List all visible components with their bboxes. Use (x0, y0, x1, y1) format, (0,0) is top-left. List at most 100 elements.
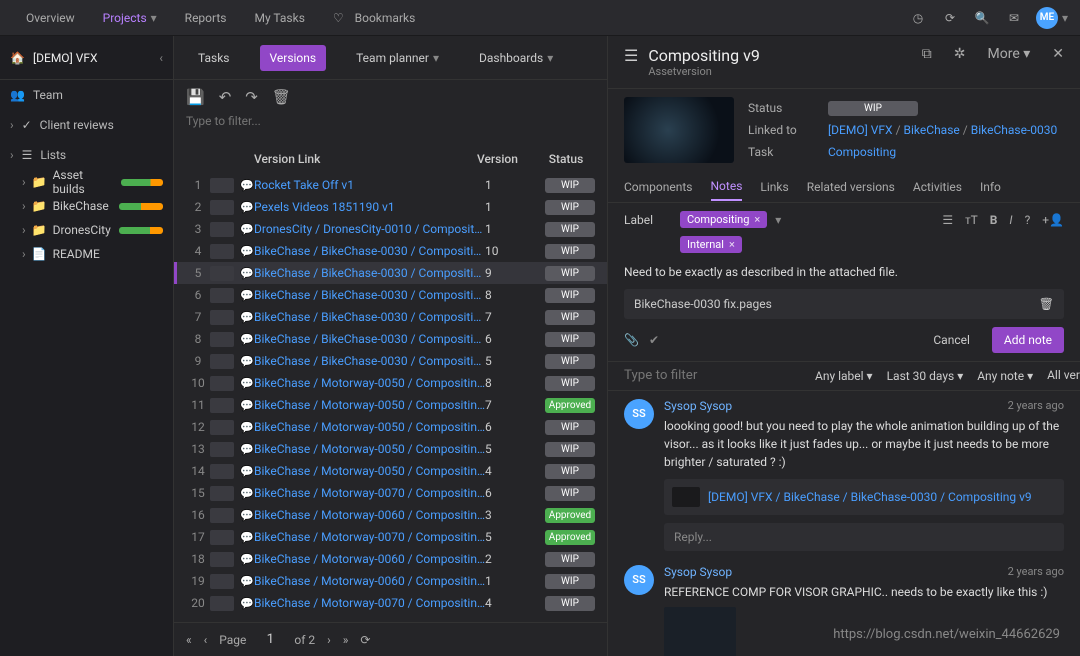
table-row[interactable]: 16💬BikeChase / Motorway-0060 / Compositi… (174, 504, 607, 526)
version-link[interactable]: BikeChase / BikeChase-0030 / Compositing… (254, 244, 485, 258)
history-icon[interactable]: ◷ (902, 0, 934, 36)
table-row[interactable]: 7💬BikeChase / BikeChase-0030 / Compositi… (174, 306, 607, 328)
page-prev-icon[interactable]: ‹ (204, 633, 208, 647)
undo-icon[interactable]: ↶ (219, 88, 232, 106)
sb-readme[interactable]: ›📄README (0, 242, 173, 266)
remove-label-icon[interactable]: × (729, 238, 735, 251)
nav-bookmarks[interactable]: ♡ Bookmarks (319, 0, 429, 36)
table-row[interactable]: 20💬BikeChase / Motorway-0070 / Compositi… (174, 592, 607, 614)
attach-icon[interactable]: 📎 (624, 333, 639, 347)
version-link[interactable]: Pexels Videos 1851190 v1 (254, 200, 485, 214)
filter-input[interactable] (186, 114, 595, 128)
reply-input[interactable]: Reply... (664, 523, 1064, 551)
version-link[interactable]: DronesCity / DronesCity-0010 / Compositi… (254, 222, 485, 236)
nav-reports[interactable]: Reports (171, 0, 241, 36)
italic-icon[interactable]: I (1009, 213, 1012, 227)
table-row[interactable]: 5💬BikeChase / BikeChase-0030 / Compositi… (174, 262, 607, 284)
tab-dashboards[interactable]: Dashboards▾ (469, 45, 563, 71)
user-avatar[interactable]: ME (1036, 7, 1058, 29)
approve-icon[interactable]: ✔ (649, 333, 659, 347)
status-badge[interactable]: WIP (545, 222, 595, 237)
status-badge[interactable]: WIP (545, 332, 595, 347)
page-refresh-icon[interactable]: ⟳ (360, 633, 370, 647)
version-link[interactable]: BikeChase / Motorway-0070 / Compositing … (254, 486, 485, 500)
notes-filter-input[interactable] (624, 368, 801, 383)
page-input[interactable] (258, 632, 282, 647)
help-icon[interactable]: ? (1025, 213, 1031, 227)
note-body[interactable]: Need to be exactly as described in the a… (608, 261, 1080, 289)
table-row[interactable]: 13💬BikeChase / Motorway-0050 / Compositi… (174, 438, 607, 460)
table-row[interactable]: 18💬BikeChase / Motorway-0060 / Compositi… (174, 548, 607, 570)
version-link[interactable]: BikeChase / BikeChase-0030 / Compositing… (254, 266, 485, 280)
table-row[interactable]: 3💬DronesCity / DronesCity-0010 / Composi… (174, 218, 607, 240)
tab-versions[interactable]: Versions (260, 45, 327, 71)
label-chip[interactable]: Internal× (680, 236, 742, 253)
version-link[interactable]: BikeChase / Motorway-0060 / Compositing … (254, 552, 485, 566)
table-row[interactable]: 4💬BikeChase / BikeChase-0030 / Compositi… (174, 240, 607, 262)
sb-team[interactable]: 👥Team (0, 80, 173, 110)
sb-client-reviews[interactable]: ›✓Client reviews (0, 110, 173, 140)
version-link[interactable]: BikeChase / Motorway-0070 / Compositing … (254, 530, 485, 544)
sb-dronescity[interactable]: ›📁DronesCity (0, 218, 173, 242)
sync-icon[interactable]: ⟳ (934, 0, 966, 36)
version-link[interactable]: BikeChase / Motorway-0050 / Compositing … (254, 398, 485, 412)
dtab-info[interactable]: Info (980, 174, 1001, 200)
comment-author[interactable]: Sysop Sysop (664, 565, 732, 579)
col-version[interactable]: Version (477, 152, 537, 166)
status-badge[interactable]: WIP (545, 464, 595, 479)
comment-author[interactable]: Sysop Sysop (664, 399, 732, 413)
page-next-icon[interactable]: › (327, 633, 331, 647)
task-link[interactable]: Compositing (828, 145, 896, 159)
version-link[interactable]: BikeChase / BikeChase-0030 / Compositing… (254, 354, 485, 368)
table-row[interactable]: 8💬BikeChase / BikeChase-0030 / Compositi… (174, 328, 607, 350)
filter-note[interactable]: Any note ▾ (977, 369, 1033, 383)
table-row[interactable]: 12💬BikeChase / Motorway-0050 / Compositi… (174, 416, 607, 438)
status-badge[interactable]: WIP (545, 552, 595, 567)
status-badge[interactable]: WIP (545, 574, 595, 589)
status-badge[interactable]: Approved (545, 508, 595, 523)
status-badge[interactable]: WIP (545, 442, 595, 457)
dtab-notes[interactable]: Notes (711, 173, 743, 201)
collapse-icon[interactable]: ‹ (159, 51, 163, 65)
search-icon[interactable]: 🔍 (966, 0, 998, 36)
redo-icon[interactable]: ↷ (245, 88, 258, 106)
dtab-activities[interactable]: Activities (913, 174, 962, 200)
attachment-row[interactable]: BikeChase-0030 fix.pages🗑 (624, 289, 1064, 319)
table-row[interactable]: 6💬BikeChase / BikeChase-0030 / Compositi… (174, 284, 607, 306)
filter-versions[interactable]: All versions ✓ (1047, 368, 1080, 384)
version-link[interactable]: BikeChase / BikeChase-0030 / Compositing… (254, 288, 485, 302)
version-link[interactable]: BikeChase / BikeChase-0030 / Compositing… (254, 310, 485, 324)
table-row[interactable]: 19💬BikeChase / Motorway-0060 / Compositi… (174, 570, 607, 592)
filter-date[interactable]: Last 30 days ▾ (887, 369, 964, 383)
delete-attachment-icon[interactable]: 🗑 (1039, 297, 1054, 311)
table-row[interactable]: 1💬Rocket Take Off v11WIP (174, 174, 607, 196)
table-row[interactable]: 10💬BikeChase / Motorway-0050 / Compositi… (174, 372, 607, 394)
col-status[interactable]: Status (537, 152, 595, 166)
table-row[interactable]: 17💬BikeChase / Motorway-0070 / Compositi… (174, 526, 607, 548)
status-badge[interactable]: WIP (545, 486, 595, 501)
add-note-button[interactable]: Add note (992, 327, 1064, 353)
dtab-components[interactable]: Components (624, 174, 693, 200)
version-link[interactable]: BikeChase / Motorway-0060 / Compositing … (254, 508, 485, 522)
status-badge[interactable]: WIP (545, 244, 595, 259)
inbox-icon[interactable]: ✉ (998, 0, 1030, 36)
status-badge[interactable]: WIP (545, 420, 595, 435)
status-badge[interactable]: WIP (545, 288, 595, 303)
more-button[interactable]: More ▾ (988, 46, 1031, 62)
status-badge[interactable]: WIP (545, 266, 595, 281)
home-icon[interactable]: 🏠 (10, 51, 25, 65)
version-link[interactable]: Rocket Take Off v1 (254, 178, 485, 192)
table-row[interactable]: 14💬BikeChase / Motorway-0050 / Compositi… (174, 460, 607, 482)
label-chip[interactable]: Compositing× (680, 211, 767, 228)
table-row[interactable]: 9💬BikeChase / BikeChase-0030 / Compositi… (174, 350, 607, 372)
filter-label[interactable]: Any label ▾ (815, 369, 873, 383)
table-row[interactable]: 15💬BikeChase / Motorway-0070 / Compositi… (174, 482, 607, 504)
bold-icon[interactable]: B (990, 213, 998, 227)
version-link[interactable]: BikeChase / BikeChase-0030 / Compositing… (254, 332, 485, 346)
version-link[interactable]: BikeChase / Motorway-0050 / Compositing … (254, 420, 485, 434)
version-link[interactable]: BikeChase / Motorway-0070 / Compositing … (254, 596, 485, 610)
status-badge[interactable]: WIP (545, 178, 595, 193)
status-badge[interactable]: WIP (545, 310, 595, 325)
version-link[interactable]: BikeChase / Motorway-0050 / Compositing … (254, 376, 485, 390)
delete-icon[interactable]: 🗑 (272, 88, 291, 106)
